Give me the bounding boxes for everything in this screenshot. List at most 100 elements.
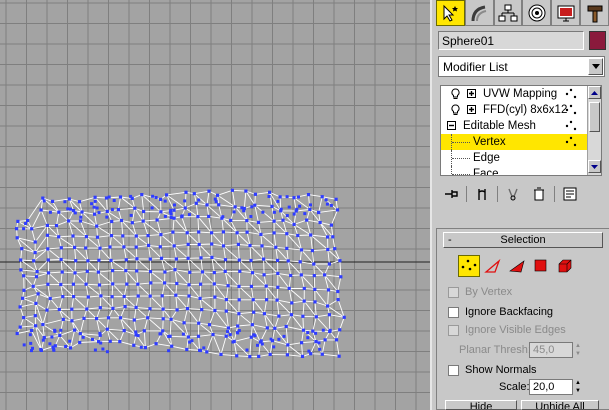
checkbox-box[interactable] bbox=[448, 324, 459, 336]
stack-item-editable-mesh[interactable]: Editable Mesh bbox=[441, 118, 601, 134]
mesh-vertex bbox=[91, 337, 94, 341]
spinner-up-icon[interactable]: ▲ bbox=[574, 379, 582, 387]
mesh-vertex bbox=[19, 268, 23, 272]
mesh-vertex bbox=[185, 307, 190, 311]
scroll-down-button[interactable] bbox=[588, 160, 601, 173]
perspective-viewport[interactable] bbox=[0, 0, 430, 410]
mesh-vertex bbox=[326, 247, 330, 252]
mesh-vertex bbox=[198, 296, 202, 300]
stack-item-uvw-mapping[interactable]: UVW Mapping bbox=[441, 86, 601, 102]
collapse-minus-icon[interactable] bbox=[447, 121, 456, 130]
face-level-button[interactable] bbox=[506, 255, 528, 277]
mesh-vertex bbox=[182, 321, 186, 325]
mesh-vertex bbox=[172, 208, 176, 212]
mesh-vertex bbox=[314, 315, 318, 319]
viewport-canvas[interactable] bbox=[0, 0, 430, 410]
checkbox-box[interactable] bbox=[448, 364, 459, 376]
polygon-level-button[interactable] bbox=[530, 255, 552, 277]
mesh-vertex bbox=[147, 243, 151, 247]
mesh-vertex bbox=[249, 284, 253, 288]
mesh-vertex bbox=[119, 218, 124, 223]
utilities-tab[interactable] bbox=[580, 0, 609, 26]
mesh-vertex bbox=[59, 257, 63, 262]
expand-plus-icon[interactable] bbox=[467, 105, 476, 114]
modifier-stack[interactable]: UVW Mapping FFD(cyl) 8x6x12 Editable Mes… bbox=[440, 85, 602, 176]
checkbox-box[interactable] bbox=[448, 306, 459, 318]
planar-thresh-arrows[interactable]: ▲ ▼ bbox=[574, 342, 582, 358]
mesh-vertex bbox=[33, 240, 37, 244]
vertex-level-button[interactable] bbox=[458, 255, 480, 277]
hammer-icon bbox=[587, 5, 603, 22]
stack-item-label: Face bbox=[473, 168, 499, 176]
mesh-vertex bbox=[299, 248, 304, 252]
mesh-vertex bbox=[21, 296, 25, 300]
dropdown-arrow-icon[interactable] bbox=[588, 58, 603, 75]
lightbulb-icon[interactable] bbox=[451, 88, 460, 100]
mesh-vertex bbox=[221, 215, 225, 219]
scale-arrows[interactable]: ▲ ▼ bbox=[574, 379, 582, 395]
stack-item-ffd[interactable]: FFD(cyl) 8x6x12 bbox=[441, 102, 601, 118]
motion-tab[interactable] bbox=[522, 0, 552, 26]
object-color-swatch[interactable] bbox=[589, 31, 606, 50]
mesh-vertex bbox=[112, 199, 116, 202]
mesh-vertex bbox=[314, 340, 318, 344]
configure-modifier-sets-button[interactable] bbox=[559, 184, 581, 204]
stack-item-edge[interactable]: Edge bbox=[441, 150, 601, 166]
pin-stack-button[interactable] bbox=[440, 184, 462, 204]
remove-modifier-button[interactable] bbox=[528, 184, 550, 204]
hierarchy-tab[interactable] bbox=[493, 0, 523, 26]
mesh-vertex bbox=[95, 235, 100, 239]
mesh-vertex bbox=[207, 214, 211, 218]
stack-item-vertex[interactable]: Vertex bbox=[441, 134, 601, 150]
mesh-vertex bbox=[169, 317, 173, 321]
object-name-field[interactable]: Sphere01 bbox=[438, 31, 584, 50]
mesh-vertex bbox=[276, 258, 280, 262]
mesh-vertex bbox=[39, 208, 43, 212]
make-unique-button[interactable] bbox=[502, 184, 524, 204]
stack-scrollbar[interactable] bbox=[587, 86, 601, 175]
selection-rollout-header[interactable]: - Selection bbox=[443, 232, 603, 248]
display-tab[interactable] bbox=[551, 0, 581, 26]
mesh-vertex bbox=[148, 270, 153, 274]
mesh-vertex bbox=[252, 333, 256, 337]
edge-level-button[interactable] bbox=[482, 255, 504, 277]
mesh-vertex bbox=[99, 294, 103, 298]
ignore-visible-edges-checkbox[interactable]: Ignore Visible Edges bbox=[448, 324, 566, 336]
scroll-up-button[interactable] bbox=[588, 86, 601, 99]
mesh-vertex bbox=[242, 209, 246, 213]
mesh-vertex bbox=[331, 235, 335, 239]
scroll-thumb[interactable] bbox=[589, 102, 600, 132]
mesh-vertex bbox=[136, 334, 140, 338]
mesh-vertex bbox=[342, 315, 346, 319]
create-tab[interactable] bbox=[436, 0, 465, 26]
spinner-up-icon[interactable]: ▲ bbox=[574, 342, 582, 350]
modify-tab[interactable] bbox=[464, 0, 494, 26]
spinner-down-icon[interactable]: ▼ bbox=[574, 350, 582, 358]
hide-button[interactable]: Hide bbox=[445, 400, 517, 410]
expand-plus-icon[interactable] bbox=[467, 89, 476, 98]
mesh-vertex bbox=[212, 282, 216, 286]
by-vertex-checkbox[interactable]: By Vertex bbox=[448, 286, 512, 298]
show-normals-checkbox[interactable]: Show Normals bbox=[448, 364, 537, 376]
mesh-vertex bbox=[66, 207, 70, 211]
show-end-result-button[interactable] bbox=[471, 184, 493, 204]
mesh-vertex bbox=[313, 287, 317, 291]
element-level-button[interactable] bbox=[554, 255, 576, 277]
mesh-vertex bbox=[318, 220, 322, 225]
mesh-vertex bbox=[194, 201, 198, 205]
unhide-all-button[interactable]: Unhide All bbox=[521, 400, 599, 410]
stack-item-face[interactable]: Face bbox=[441, 166, 601, 176]
mesh-vertex bbox=[302, 286, 306, 291]
mesh-vertex bbox=[306, 193, 311, 197]
mesh-vertex bbox=[136, 294, 140, 298]
mesh-vertex bbox=[161, 329, 165, 333]
ignore-backfacing-checkbox[interactable]: Ignore Backfacing bbox=[448, 306, 553, 318]
checkbox-box[interactable] bbox=[448, 286, 459, 298]
spinner-down-icon[interactable]: ▼ bbox=[574, 387, 582, 395]
mesh-vertex bbox=[170, 344, 174, 348]
modifier-list-dropdown[interactable]: Modifier List bbox=[438, 56, 605, 77]
lightbulb-icon[interactable] bbox=[451, 104, 460, 116]
mesh-vertex bbox=[111, 282, 115, 286]
scale-spinner[interactable]: 20,0 bbox=[529, 379, 573, 395]
planar-thresh-spinner[interactable]: 45,0 bbox=[529, 342, 573, 358]
